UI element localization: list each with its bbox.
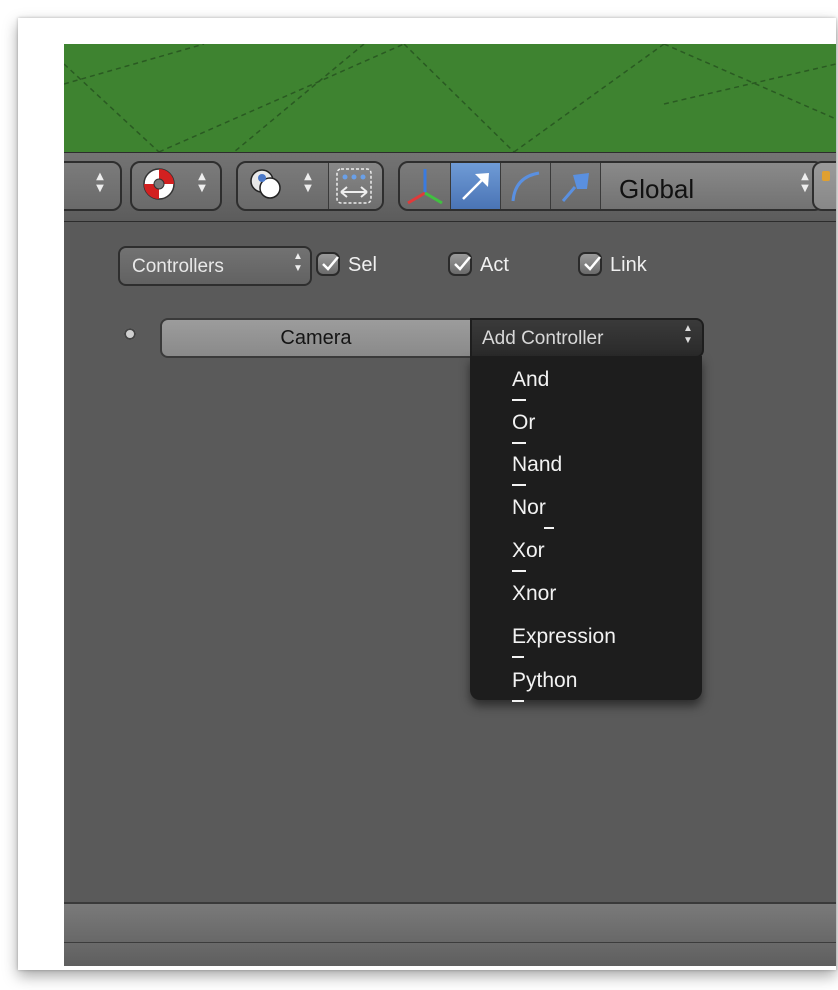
- menu-item-label: Xnor: [512, 582, 557, 605]
- mnemonic-underline: [512, 700, 524, 702]
- menu-item-label: And: [512, 368, 550, 391]
- translate-arrow-icon: [462, 173, 489, 200]
- menu-item-label: Nand: [512, 453, 563, 476]
- mnemonic-underline: [512, 570, 526, 572]
- collapse-toggle-icon[interactable]: [124, 328, 136, 340]
- menu-item-label: Nor: [512, 496, 546, 519]
- manipulator-toggle-button[interactable]: [400, 163, 450, 209]
- menu-item-and[interactable]: And: [512, 368, 549, 402]
- snap-element-select[interactable]: ▲ ▼: [236, 161, 384, 211]
- pivot-icon: [248, 167, 284, 205]
- menu-item-label: Expression: [512, 625, 616, 648]
- translate-manipulator-button[interactable]: [450, 163, 500, 209]
- add-controller-select[interactable]: Add Controller ▲ ▼: [470, 318, 704, 358]
- mnemonic-underline: [544, 527, 554, 529]
- menu-item-or[interactable]: Or: [512, 411, 535, 445]
- controllers-select[interactable]: Controllers ▲ ▼: [118, 246, 312, 286]
- logic-editor-panel: Controllers ▲ ▼ Sel Act Link Camera Add …: [64, 222, 836, 902]
- updown-arrows-icon: ▲ ▼: [304, 171, 312, 194]
- transform-orientation-select[interactable]: Global ▲ ▼: [600, 163, 822, 209]
- menu-item-label: Python: [512, 669, 578, 692]
- act-checkbox-label: Act: [480, 254, 509, 276]
- layer-indicator: [822, 171, 830, 181]
- updown-arrows-icon: ▲ ▼: [96, 171, 104, 194]
- pivot-point-select[interactable]: ▲ ▼: [130, 161, 222, 211]
- 3d-view-header: ▲ ▼ ▲ ▼ ▲ ▼ Global ▲ ▼: [64, 152, 836, 223]
- menu-item-xor[interactable]: Xor: [512, 539, 545, 573]
- mnemonic-underline: [512, 399, 526, 401]
- menu-item-expression[interactable]: Expression: [512, 625, 616, 659]
- scale-icon: [561, 173, 589, 202]
- snap-icon: [336, 168, 372, 204]
- mnemonic-underline: [512, 442, 526, 444]
- orientation-label: Global: [619, 174, 695, 204]
- checkbox-icon: [448, 252, 472, 276]
- controllers-select-label: Controllers: [132, 256, 224, 277]
- menu-item-nor[interactable]: Nor: [512, 496, 554, 530]
- scale-manipulator-button[interactable]: [550, 163, 600, 209]
- 3d-viewport[interactable]: [64, 44, 836, 152]
- updown-arrows-icon: ▲ ▼: [293, 251, 303, 274]
- menu-item-label: Or: [512, 411, 536, 434]
- rotate-manipulator-button[interactable]: [500, 163, 550, 209]
- checkbox-icon: [316, 252, 340, 276]
- screenshot-frame: ▲ ▼ ▲ ▼ ▲ ▼ Global ▲ ▼ Controllers ▲ ▼ S…: [18, 18, 836, 970]
- lifebuoy-icon: [142, 167, 176, 205]
- updown-arrows-icon: ▲ ▼: [198, 171, 206, 194]
- mnemonic-underline: [512, 484, 526, 486]
- menu-item-xnor[interactable]: Xnor: [512, 582, 556, 616]
- sel-checkbox-label: Sel: [348, 254, 377, 276]
- mnemonic-underline: [512, 656, 524, 658]
- transform-manipulator-group: Global ▲ ▼: [398, 161, 824, 211]
- menu-item-nand[interactable]: Nand: [512, 453, 562, 487]
- manipulator-axes-icon: [407, 169, 443, 205]
- blender-window: ▲ ▼ ▲ ▼ ▲ ▼ Global ▲ ▼ Controllers ▲ ▼ S…: [64, 44, 836, 966]
- object-name-field[interactable]: Camera: [160, 318, 472, 358]
- viewport-grid: [64, 44, 836, 152]
- add-controller-dropdown: And Or Nand Nor Xor Xnor Expression Pyth…: [470, 356, 702, 703]
- menu-item-python[interactable]: Python: [512, 669, 577, 703]
- menu-item-label: Xor: [512, 539, 545, 562]
- updown-arrows-icon: ▲ ▼: [801, 171, 809, 194]
- link-checkbox-label: Link: [610, 254, 647, 276]
- snap-toggle-button[interactable]: [328, 163, 382, 209]
- rotate-arc-icon: [511, 171, 540, 202]
- area-divider-bar[interactable]: [64, 902, 836, 944]
- checkbox-icon: [578, 252, 602, 276]
- draw-type-select[interactable]: ▲ ▼: [64, 161, 122, 211]
- updown-arrows-icon: ▲ ▼: [683, 323, 693, 346]
- add-controller-label: Add Controller: [482, 328, 604, 349]
- timeline-header-strip: [64, 942, 836, 966]
- layer-button-partial[interactable]: [812, 161, 836, 211]
